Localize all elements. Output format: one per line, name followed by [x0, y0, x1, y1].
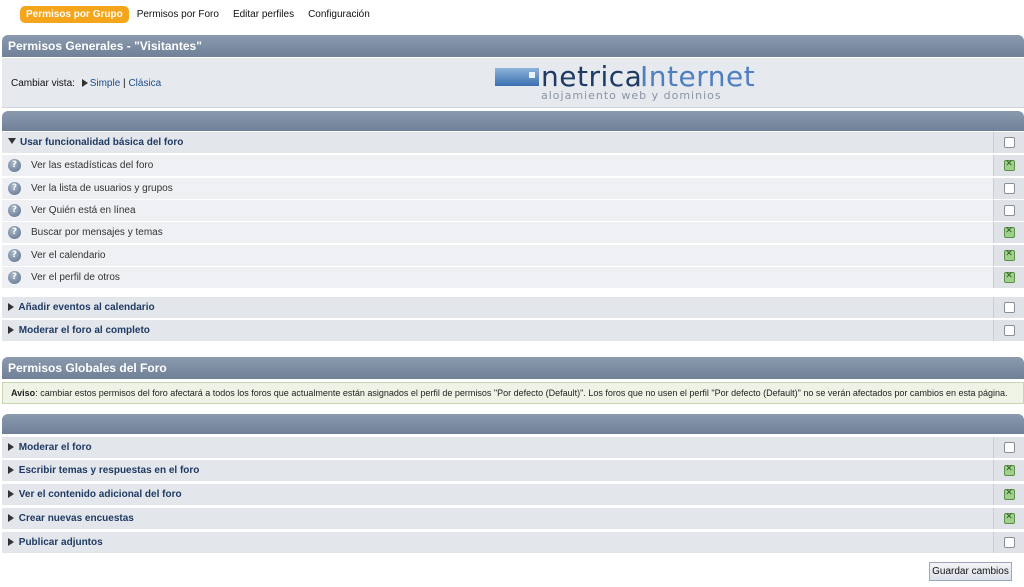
group-checkbox[interactable] [1003, 537, 1015, 548]
triangle-right-icon [8, 326, 14, 334]
group-label: Escribir temas y respuestas en el foro [18, 465, 200, 476]
top-navigation: Permisos por Grupo Permisos por Foro Edi… [0, 0, 1024, 28]
logo-tagline: alojamiento web y dominios [541, 89, 722, 102]
permission-row: ? Ver las estadísticas del foro [2, 155, 1024, 177]
view-separator: | [123, 78, 126, 89]
general-permissions-header: Permisos Generales - "Visitantes" [2, 35, 1024, 57]
triangle-right-icon [81, 79, 88, 87]
section-header-blank [2, 414, 1024, 434]
tab-configuracion[interactable]: Configuración [302, 6, 376, 23]
tab-permisos-por-grupo[interactable]: Permisos por Grupo [20, 5, 129, 23]
view-switcher: Cambiar vista: Simple | Clásica [11, 78, 161, 89]
group-label: Moderar el foro [18, 442, 92, 453]
permission-checkbox[interactable] [1003, 205, 1015, 216]
group-label: Usar funcionalidad básica del foro [20, 137, 184, 148]
permission-checkbox[interactable] [1003, 271, 1015, 283]
logo-block-icon [495, 68, 539, 86]
view-simple-link[interactable]: Simple [90, 78, 121, 89]
group-row-create-polls[interactable]: Crear nuevas encuestas [2, 508, 1024, 530]
group-row-attachments[interactable]: Publicar adjuntos [2, 532, 1024, 554]
group-row-basic[interactable]: Usar funcionalidad básica del foro [2, 132, 1024, 154]
help-icon[interactable]: ? [8, 249, 21, 262]
global-permissions-header: Permisos Globales del Foro [2, 357, 1024, 379]
view-switcher-label: Cambiar vista: [11, 78, 75, 89]
permission-label: Ver el perfil de otros [31, 272, 120, 283]
permission-row: ? Buscar por mensajes y temas [2, 222, 1024, 244]
notice-box: Aviso: cambiar estos permisos del foro a… [2, 382, 1024, 404]
section-header-blank [2, 111, 1024, 131]
help-icon[interactable]: ? [8, 159, 21, 172]
group-checkbox[interactable] [1003, 325, 1015, 336]
permission-label: Buscar por mensajes y temas [31, 227, 163, 238]
help-icon[interactable]: ? [8, 182, 21, 195]
permission-row: ? Ver el calendario [2, 245, 1024, 267]
permission-checkbox[interactable] [1003, 159, 1015, 171]
group-label: Publicar adjuntos [18, 537, 103, 548]
tab-permisos-por-foro[interactable]: Permisos por Foro [131, 6, 225, 23]
group-label: Añadir eventos al calendario [18, 302, 155, 313]
help-icon[interactable]: ? [8, 271, 21, 284]
group-row-calendar-events[interactable]: Añadir eventos al calendario [2, 297, 1024, 319]
group-checkbox[interactable] [1003, 442, 1015, 453]
group-checkbox[interactable] [1003, 137, 1015, 148]
permission-label: Ver las estadísticas del foro [31, 160, 154, 171]
permission-label: Ver Quién está en línea [31, 205, 136, 216]
group-label: Ver el contenido adicional del foro [18, 489, 182, 500]
permission-row: ? Ver el perfil de otros [2, 267, 1024, 289]
group-label: Moderar el foro al completo [18, 325, 150, 336]
netrica-logo: netrica Internet alojamiento web y domin… [495, 60, 755, 106]
group-checkbox[interactable] [1003, 464, 1015, 476]
help-icon[interactable]: ? [8, 204, 21, 217]
group-row-additional-content[interactable]: Ver el contenido adicional del foro [2, 484, 1024, 506]
triangle-down-icon [8, 138, 16, 144]
tab-editar-perfiles[interactable]: Editar perfiles [227, 6, 300, 23]
notice-text: : cambiar estos permisos del foro afecta… [35, 388, 1008, 398]
group-row-moderate-forum[interactable]: Moderar el foro [2, 437, 1024, 459]
triangle-right-icon [8, 514, 14, 522]
help-icon[interactable]: ? [8, 226, 21, 239]
triangle-right-icon [8, 538, 14, 546]
permission-row: ? Ver Quién está en línea [2, 200, 1024, 222]
permission-label: Ver la lista de usuarios y grupos [31, 183, 173, 194]
group-row-write-topics[interactable]: Escribir temas y respuestas en el foro [2, 460, 1024, 482]
group-checkbox[interactable] [1003, 488, 1015, 500]
permission-checkbox[interactable] [1003, 249, 1015, 261]
permission-checkbox[interactable] [1003, 226, 1015, 238]
triangle-right-icon [8, 466, 14, 474]
group-label: Crear nuevas encuestas [18, 513, 134, 524]
triangle-right-icon [8, 443, 14, 451]
notice-bold: Aviso [11, 388, 36, 398]
triangle-right-icon [8, 490, 14, 498]
group-checkbox[interactable] [1003, 512, 1015, 524]
group-checkbox[interactable] [1003, 302, 1015, 313]
group-row-moderate-all[interactable]: Moderar el foro al completo [2, 320, 1024, 342]
permission-checkbox[interactable] [1003, 183, 1015, 194]
save-changes-button[interactable]: Guardar cambios [929, 562, 1012, 581]
permission-row: ? Ver la lista de usuarios y grupos [2, 178, 1024, 200]
view-classic-link[interactable]: Clásica [128, 78, 161, 89]
permission-label: Ver el calendario [31, 250, 106, 261]
triangle-right-icon [8, 303, 14, 311]
